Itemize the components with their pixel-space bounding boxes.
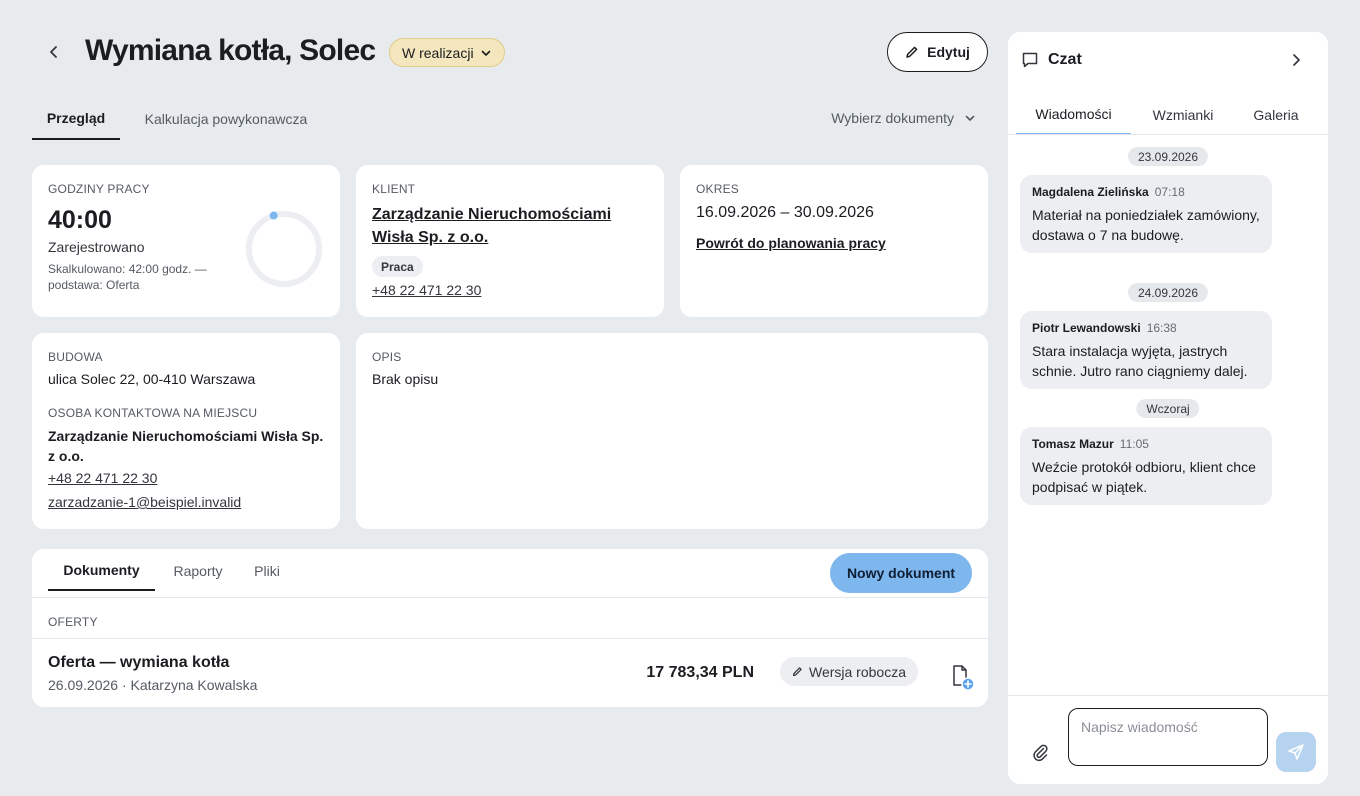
message-time: 16:38 — [1146, 321, 1177, 335]
chat-title: Czat — [1048, 51, 1082, 68]
message-time: 07:18 — [1154, 185, 1185, 199]
tab-documents[interactable]: Dokumenty — [48, 551, 155, 591]
chat-message: Tomasz Mazur 11:05 Weźcie protokół odbior… — [1020, 427, 1272, 505]
page-header: Wymiana kotła, Solec W realizacji Edytuj — [32, 30, 988, 74]
message-text: Materiał na poniedziałek zamówiony, dost… — [1032, 207, 1260, 243]
document-select-dropdown[interactable]: Wybierz dokumenty — [831, 98, 976, 138]
divider — [1008, 134, 1328, 135]
work-hours-card: GODZINY PRACY 40:00 Zarejestrowano Skalk… — [32, 165, 340, 317]
offer-title: Oferta — wymiana kotła — [48, 654, 230, 671]
offer-row[interactable]: Oferta — wymiana kotła 26.09.2026 · Kata… — [32, 639, 988, 707]
chat-date-separator: 23.09.2026 — [1127, 147, 1209, 166]
tab-files[interactable]: Pliki — [245, 551, 289, 591]
chevron-down-icon — [965, 115, 975, 121]
chat-message: Piotr Lewandowski 16:38 Stara instalacja … — [1020, 311, 1272, 389]
message-author: Magdalena Zielińska — [1032, 185, 1149, 199]
work-hours-registered: Zarejestrowano — [48, 239, 145, 255]
period-card: OKRES 16.09.2026 – 30.09.2026 Powrót do … — [680, 165, 988, 317]
description-text: Brak opisu — [372, 371, 439, 387]
pencil-icon — [792, 667, 802, 677]
offer-amount: 17 783,34 PLN — [646, 664, 754, 681]
paperclip-icon[interactable] — [1030, 742, 1050, 762]
chat-header: Czat — [1008, 32, 1328, 88]
message-author: Tomasz Mazur — [1032, 437, 1114, 451]
client-card: KLIENT Zarządzanie Nieruchomościami Wisł… — [356, 165, 664, 317]
message-author: Piotr Lewandowski — [1032, 321, 1141, 335]
divider — [32, 597, 988, 598]
chat-message: Magdalena Zielińska 07:18 Materiał na pon… — [1020, 175, 1272, 253]
send-button[interactable] — [1276, 732, 1316, 772]
chat-bubble-icon — [1022, 52, 1038, 68]
main-tabs: Przegląd Kalkulacja powykonawcza Wybierz… — [32, 98, 988, 140]
chevron-right-icon[interactable] — [1286, 50, 1306, 70]
chat-date-separator: Wczoraj — [1136, 399, 1200, 418]
divider — [1008, 695, 1328, 696]
onsite-contact-name: Zarządzanie Nieruchomościami Wisła Sp. z… — [48, 428, 324, 464]
tab-reports[interactable]: Raporty — [165, 551, 231, 591]
message-input[interactable] — [1068, 708, 1268, 766]
send-icon — [1288, 744, 1304, 760]
page-title: Wymiana kotła, Solec — [85, 34, 376, 67]
onsite-contact-email-link[interactable]: zarzadzanie-1@beispiel.invalid — [48, 494, 241, 510]
tab-post-calculation[interactable]: Kalkulacja powykonawcza — [136, 98, 316, 140]
client-phone-link[interactable]: +48 22 471 22 30 — [372, 282, 481, 298]
client-name-link[interactable]: Zarządzanie Nieruchomościami Wisła Sp. z… — [372, 203, 652, 249]
period-value: 16.09.2026 – 30.09.2026 — [696, 204, 874, 221]
client-label: KLIENT — [372, 182, 416, 196]
tab-gallery[interactable]: Galeria — [1241, 94, 1311, 135]
description-card: OPIS Brak opisu — [356, 333, 988, 529]
work-hours-value: 40:00 — [48, 206, 112, 234]
offer-meta: 26.09.2026 · Katarzyna Kowalska — [48, 677, 258, 693]
site-card: BUDOWA ulica Solec 22, 00-410 Warszawa O… — [32, 333, 340, 529]
pencil-icon — [906, 46, 918, 58]
onsite-contact-phone-link[interactable]: +48 22 471 22 30 — [48, 470, 157, 486]
work-hours-label: GODZINY PRACY — [48, 182, 150, 196]
client-tag-badge: Praca — [372, 256, 423, 277]
site-label: BUDOWA — [48, 350, 103, 364]
edit-button-label: Edytuj — [927, 44, 970, 60]
message-time: 11:05 — [1119, 437, 1149, 451]
tab-mentions[interactable]: Wzmianki — [1139, 94, 1227, 135]
status-dropdown[interactable]: W realizacji — [389, 38, 505, 67]
work-hours-note: Skalkulowano: 42:00 godz. — podstawa: Of… — [48, 262, 207, 292]
message-text: Weźcie protokół odbioru, klient chce pod… — [1032, 459, 1256, 495]
document-add-icon[interactable] — [948, 663, 976, 691]
chevron-down-icon — [481, 50, 490, 56]
back-to-planning-link[interactable]: Powrót do planowania pracy — [696, 235, 886, 251]
chat-panel: Czat Wiadomości Wzmianki Galeria 23.09.2… — [1008, 32, 1328, 784]
back-button[interactable] — [40, 38, 68, 66]
status-label: W realizacji — [402, 44, 474, 61]
offers-section-label: OFERTY — [48, 615, 98, 629]
document-select-label: Wybierz dokumenty — [831, 110, 954, 126]
tab-overview[interactable]: Przegląd — [32, 98, 120, 140]
documents-card: Dokumenty Raporty Pliki Nowy dokument OF… — [32, 549, 988, 707]
description-label: OPIS — [372, 350, 402, 364]
message-text: Stara instalacja wyjęta, jastrych schnie… — [1032, 343, 1248, 379]
edit-button[interactable]: Edytuj — [887, 32, 988, 72]
chat-date-separator: 24.09.2026 — [1127, 283, 1209, 302]
onsite-contact-label: OSOBA KONTAKTOWA NA MIEJSCU — [48, 406, 258, 420]
offer-status-badge: Wersja robocza — [779, 657, 918, 686]
offer-status-label: Wersja robocza — [808, 663, 906, 680]
chevron-left-icon — [50, 46, 57, 58]
tab-messages[interactable]: Wiadomości — [1016, 94, 1131, 135]
work-hours-progress-ring — [246, 211, 322, 287]
site-address: ulica Solec 22, 00-410 Warszawa — [48, 371, 256, 387]
period-label: OKRES — [696, 182, 740, 196]
new-document-button[interactable]: Nowy dokument — [830, 553, 972, 593]
